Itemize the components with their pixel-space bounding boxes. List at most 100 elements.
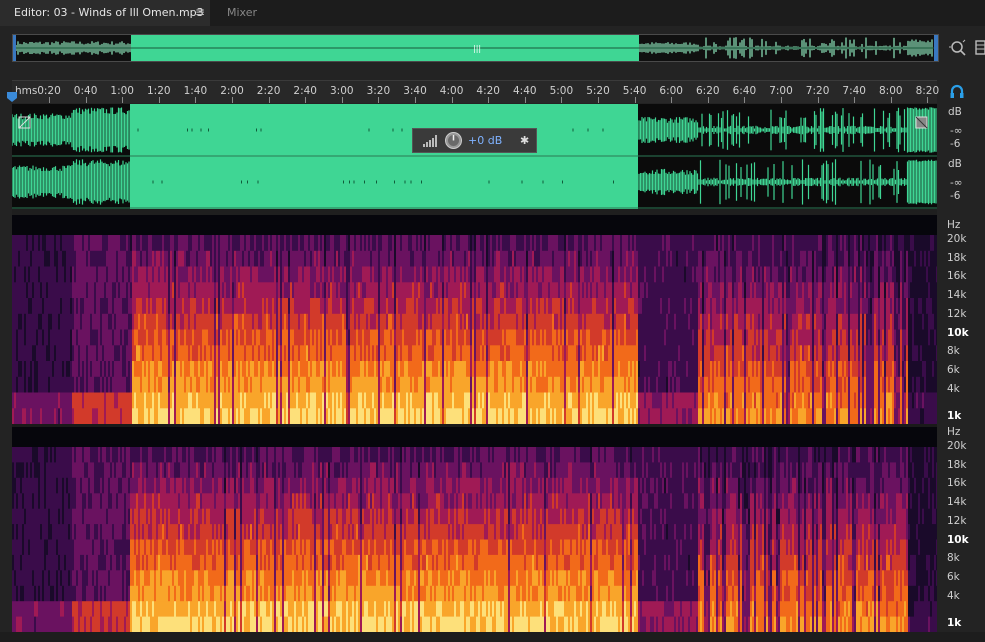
hz-tick-label: 18k <box>947 458 967 471</box>
hud-volume-control[interactable]: +0 dB ✱ <box>412 128 537 153</box>
ruler-tick-mark <box>195 97 197 103</box>
hz-tick-label: 10k <box>947 326 969 339</box>
ruler-tick-mark <box>598 97 599 103</box>
spectral-panel-2[interactable] <box>12 427 937 632</box>
hz-tick-label: 16k <box>947 270 967 283</box>
hz-tick-label: 20k <box>947 233 967 245</box>
hz-tick-label: 8k <box>947 552 960 565</box>
ruler-tick-mark <box>122 97 124 103</box>
bottom-scrollbar[interactable] <box>0 632 985 642</box>
hz-tick-label: 18k <box>947 251 967 264</box>
tab-editor[interactable]: Editor: 03 - Winds of Ill Omen.mp3 ≡ <box>0 0 210 26</box>
zoom-icon[interactable] <box>948 38 968 58</box>
amp-inf-label: -∞ <box>950 125 963 137</box>
ruler-tick-label: 8:00 <box>879 85 903 97</box>
ruler-tick-label: 6:00 <box>659 85 683 97</box>
svg-text:|||: ||| <box>473 44 481 53</box>
hz-tick-label: 10k <box>947 533 969 546</box>
ruler-tick-mark <box>927 97 929 103</box>
ruler-tick-label: 5:00 <box>549 85 574 97</box>
ruler-tick-label: 3:20 <box>366 85 391 97</box>
hz-tick-label: 8k <box>947 345 960 358</box>
ruler-tick-label: 7:40 <box>842 85 866 97</box>
level-bars-icon <box>423 135 437 147</box>
ruler-tick-mark <box>671 97 673 103</box>
ruler-tick-mark <box>524 97 526 103</box>
ruler-tick-label: 2:40 <box>293 85 317 97</box>
ruler-tick-label: 4:00 <box>439 85 464 97</box>
ruler-tick-label: 8:20 <box>915 85 940 97</box>
waveform-panel[interactable] <box>12 104 937 209</box>
pin-icon[interactable]: ✱ <box>520 134 529 147</box>
ruler-tick-label: 6:20 <box>696 85 720 97</box>
ruler-unit: hms <box>15 85 38 97</box>
tab-bar: Editor: 03 - Winds of Ill Omen.mp3 ≡ Mix… <box>0 0 985 26</box>
ruler-tick-label: 1:40 <box>183 85 208 97</box>
ruler-tick-label: 6:40 <box>732 85 757 97</box>
ruler-tick-label: 0:20 <box>37 85 61 97</box>
ruler-tick-mark <box>49 97 50 103</box>
ruler-tick-mark <box>305 97 307 103</box>
hz-tick-label: 16k <box>947 477 967 490</box>
ruler-tick-label: 4:40 <box>513 85 537 97</box>
amp-inf-label: -∞ <box>950 177 963 189</box>
ruler-tick-label: 7:20 <box>805 85 830 97</box>
spectrogram-1 <box>12 215 937 424</box>
ruler-tick-mark <box>561 97 563 103</box>
ruler-tick-label: 3:00 <box>330 85 354 97</box>
ruler-tick-mark <box>232 97 233 103</box>
tab-mixer-label: Mixer <box>227 6 258 19</box>
ruler-tick-label: 4:20 <box>476 85 500 97</box>
loop-icon[interactable] <box>949 84 965 100</box>
hz-tick-label: 12k <box>947 307 967 320</box>
ruler-tick-mark <box>744 97 746 103</box>
tab-editor-label: Editor: 03 - Winds of Ill Omen.mp3 <box>14 6 204 19</box>
overview-strip[interactable]: ||| <box>12 34 939 62</box>
hz-tick-label: 20k <box>947 440 967 452</box>
ruler-tick-mark <box>85 97 87 103</box>
hamburger-icon[interactable]: ≡ <box>195 5 205 19</box>
ruler-tick-mark <box>341 97 343 103</box>
ruler-tick-label: 0:40 <box>73 85 98 97</box>
time-ruler[interactable]: hms 0:20 0:40 1:00 1:20 1:40 2:00 2:20 2:40 3:00… <box>12 80 940 103</box>
hz-tick-label: 6k <box>947 570 960 583</box>
ruler-tick-mark <box>707 97 709 103</box>
hz-tick-label: 4k <box>947 382 960 395</box>
ruler-tick-label: 5:20 <box>586 85 610 97</box>
ruler-tick-mark <box>378 97 380 103</box>
overview-waveform: ||| <box>13 35 938 61</box>
ruler-tick-mark <box>890 97 892 103</box>
ruler-tick-mark <box>854 97 856 103</box>
amp-db-label: dB <box>948 158 962 170</box>
amp-minus6-label: -6 <box>950 190 961 202</box>
tab-mixer[interactable]: Mixer <box>214 0 282 26</box>
ruler-tick-mark <box>488 97 490 103</box>
hz-tick-label: 12k <box>947 514 967 527</box>
hz-tick-label: 1k <box>947 617 962 629</box>
hz-tick-label: 14k <box>947 289 967 302</box>
hz-tick-label: 1k <box>947 410 962 422</box>
ruler-tick-label: 2:20 <box>256 85 281 97</box>
hz-tick-label: 14k <box>947 496 967 509</box>
hz-tick-label: 6k <box>947 363 960 376</box>
ruler-tick-mark <box>268 97 270 103</box>
ruler-tick-label: 1:00 <box>110 85 134 97</box>
spectral-panel-1[interactable] <box>12 215 937 424</box>
gain-value: +0 dB <box>468 134 503 147</box>
ruler-tick-label: 3:40 <box>403 85 427 97</box>
ruler-tick-mark <box>781 97 782 103</box>
spectrogram-2 <box>12 427 937 632</box>
amp-db-label: dB <box>948 106 962 118</box>
volume-knob-icon[interactable] <box>445 132 462 149</box>
amp-minus6-label: -6 <box>950 138 961 150</box>
playhead-marker[interactable] <box>7 92 17 102</box>
ruler-tick-mark <box>158 97 160 103</box>
ruler-tick-mark <box>817 97 819 103</box>
ruler-tick-mark <box>415 97 416 103</box>
panel-icon[interactable] <box>974 38 985 58</box>
waveform <box>12 104 937 209</box>
hz-unit-label: Hz <box>947 426 961 438</box>
ruler-tick-label: 7:00 <box>769 85 793 97</box>
ruler-tick-label: 5:40 <box>622 85 647 97</box>
ruler-tick-mark <box>634 97 636 103</box>
